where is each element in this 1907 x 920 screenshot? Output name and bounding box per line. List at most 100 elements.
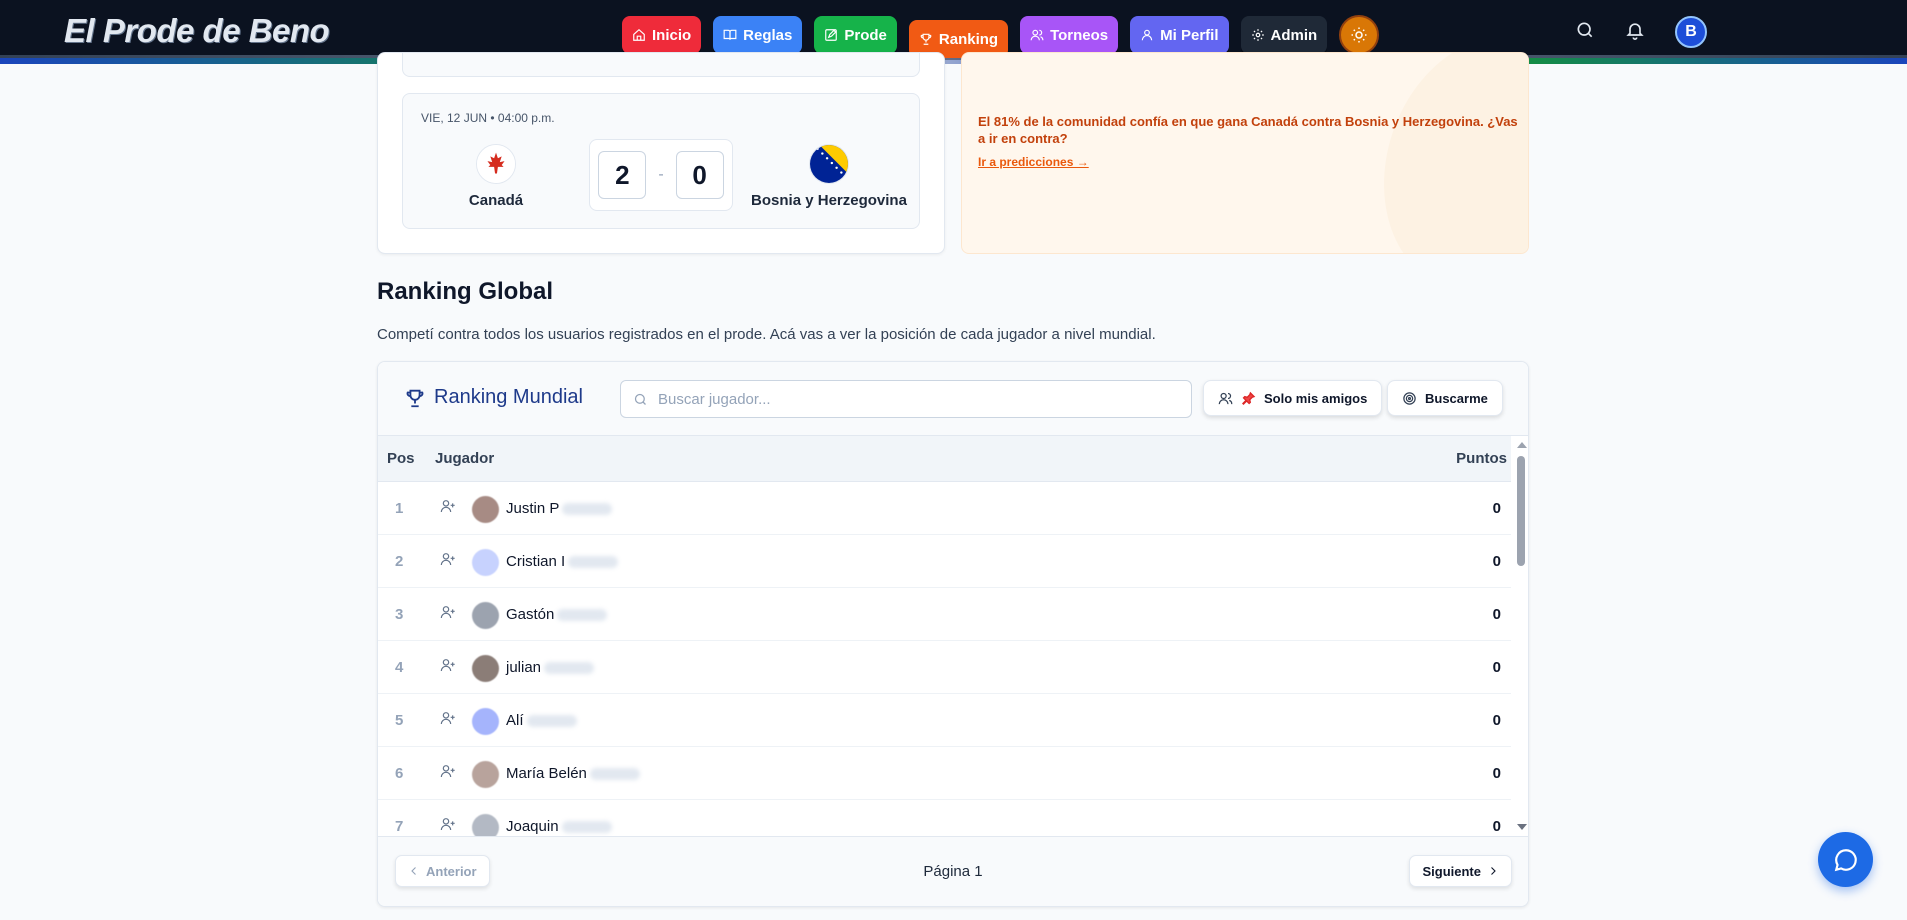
player-name: María Belén bbox=[506, 765, 640, 782]
page-indicator: Página 1 bbox=[923, 863, 983, 880]
search-button[interactable] bbox=[1575, 20, 1595, 45]
ranking-section-title: Ranking Global bbox=[377, 278, 554, 305]
add-friend-button[interactable] bbox=[440, 498, 456, 519]
chat-button[interactable] bbox=[1818, 832, 1873, 887]
users-icon bbox=[1030, 29, 1044, 41]
add-friend-button[interactable] bbox=[440, 710, 456, 731]
add-friend-button[interactable] bbox=[440, 604, 456, 625]
bell-icon bbox=[1626, 22, 1644, 40]
nav-torneos-button[interactable]: Torneos bbox=[1020, 16, 1119, 54]
nav-perfil-label: Mi Perfil bbox=[1160, 26, 1219, 44]
scroll-down-arrow[interactable] bbox=[1517, 824, 1527, 830]
home-score-input[interactable]: 2 bbox=[598, 151, 647, 199]
away-team-name: Bosnia y Herzegovina bbox=[751, 192, 907, 209]
nav-torneos-label: Torneos bbox=[1050, 26, 1109, 44]
player-name: Cristian I bbox=[506, 553, 619, 570]
player-avatar bbox=[472, 655, 499, 682]
top-navbar: El Prode de Beno Inicio Reglas Prode Ran… bbox=[0, 0, 1907, 64]
user-plus-icon bbox=[440, 818, 455, 831]
match-item[interactable]: VIE, 12 JUN • 04:00 p.m. Canadá 2 - 0 Bo… bbox=[402, 93, 920, 229]
target-icon bbox=[1403, 391, 1416, 405]
theme-toggle-button[interactable] bbox=[1339, 15, 1380, 55]
nav-prode-button[interactable]: Prode bbox=[814, 16, 897, 54]
ranking-table-header: Pos Jugador Puntos bbox=[378, 436, 1511, 482]
score-box: 2 - 0 bbox=[589, 139, 733, 211]
column-pos: Pos bbox=[387, 450, 415, 467]
player-avatar bbox=[472, 761, 499, 788]
scrollbar-thumb[interactable] bbox=[1517, 456, 1525, 566]
upcoming-match-card: VIE, 12 JUN • 04:00 p.m. Canadá 2 - 0 Bo… bbox=[377, 52, 945, 254]
column-player: Jugador bbox=[435, 450, 495, 467]
table-scrollbar[interactable] bbox=[1513, 436, 1528, 836]
add-friend-button[interactable] bbox=[440, 816, 456, 836]
nav-inicio-button[interactable]: Inicio bbox=[622, 16, 702, 54]
previous-match-stub bbox=[402, 53, 920, 77]
away-score-input[interactable]: 0 bbox=[675, 151, 724, 199]
player-points: 0 bbox=[1492, 659, 1501, 676]
navbar-stripe bbox=[0, 58, 1907, 64]
player-name: julian bbox=[506, 659, 595, 676]
next-page-button[interactable]: Siguiente bbox=[1409, 855, 1512, 887]
user-icon bbox=[1141, 29, 1153, 41]
canada-flag-icon bbox=[476, 144, 516, 184]
nav-reglas-label: Reglas bbox=[743, 26, 793, 44]
table-row[interactable]: 5 Alí 0 bbox=[378, 694, 1511, 747]
chat-bubble-icon bbox=[1834, 848, 1857, 871]
brand-logo[interactable]: El Prode de Beno bbox=[64, 12, 330, 50]
player-points: 0 bbox=[1492, 765, 1501, 782]
predictions-link[interactable]: Ir a predicciones → bbox=[978, 155, 1089, 169]
user-plus-icon bbox=[440, 765, 455, 778]
away-team: Bosnia y Herzegovina bbox=[749, 144, 909, 209]
add-friend-button[interactable] bbox=[440, 551, 456, 572]
table-row[interactable]: 2 Cristian I 0 bbox=[378, 535, 1511, 588]
match-date: VIE, 12 JUN • 04:00 p.m. bbox=[421, 111, 555, 125]
friends-only-label: Solo mis amigos bbox=[1264, 390, 1368, 406]
ranking-card: Ranking Mundial Solo mis amigos Buscarme… bbox=[377, 361, 1529, 907]
ranking-card-header: Ranking Mundial Solo mis amigos Buscarme bbox=[378, 362, 1528, 436]
row-position: 3 bbox=[395, 606, 404, 623]
nav-perfil-button[interactable]: Mi Perfil bbox=[1130, 16, 1229, 54]
find-me-button[interactable]: Buscarme bbox=[1387, 380, 1503, 416]
row-position: 2 bbox=[395, 553, 404, 570]
table-row[interactable]: 4 julian 0 bbox=[378, 641, 1511, 694]
row-position: 6 bbox=[395, 765, 404, 782]
player-points: 0 bbox=[1492, 553, 1501, 570]
table-row[interactable]: 7 Joaquin 0 bbox=[378, 800, 1511, 836]
friends-only-button[interactable]: Solo mis amigos bbox=[1203, 380, 1383, 416]
row-position: 1 bbox=[395, 500, 404, 517]
row-position: 7 bbox=[395, 818, 404, 835]
table-row[interactable]: 6 María Belén 0 bbox=[378, 747, 1511, 800]
scroll-up-arrow[interactable] bbox=[1517, 442, 1527, 448]
player-points: 0 bbox=[1492, 818, 1501, 835]
tip-decoration bbox=[1349, 53, 1528, 253]
row-position: 5 bbox=[395, 712, 404, 729]
find-me-label: Buscarme bbox=[1425, 390, 1488, 406]
user-plus-icon bbox=[440, 500, 455, 513]
player-avatar bbox=[472, 549, 499, 576]
table-row[interactable]: 3 Gastón 0 bbox=[378, 588, 1511, 641]
notifications-button[interactable] bbox=[1625, 20, 1645, 45]
book-icon bbox=[723, 29, 737, 40]
search-icon bbox=[634, 393, 646, 405]
home-team-name: Canadá bbox=[468, 192, 524, 209]
add-friend-button[interactable] bbox=[440, 763, 456, 784]
ranking-section-description: Competí contra todos los usuarios regist… bbox=[377, 326, 1156, 343]
users-icon bbox=[1218, 392, 1233, 404]
trophy-icon bbox=[406, 389, 424, 407]
column-points: Puntos bbox=[1456, 450, 1507, 467]
nav-admin-button[interactable]: Admin bbox=[1240, 16, 1328, 54]
nav-ranking-label: Ranking bbox=[938, 30, 999, 48]
home-team: Canadá bbox=[421, 144, 571, 209]
player-name: Justin P bbox=[506, 500, 613, 517]
nav-right-actions: B bbox=[1575, 16, 1707, 48]
user-avatar[interactable]: B bbox=[1675, 16, 1707, 48]
bosnia-flag-icon bbox=[809, 144, 849, 184]
table-row[interactable]: 1 Justin P 0 bbox=[378, 482, 1511, 535]
add-friend-button[interactable] bbox=[440, 657, 456, 678]
player-points: 0 bbox=[1492, 500, 1501, 517]
nav-reglas-button[interactable]: Reglas bbox=[713, 16, 803, 54]
player-avatar bbox=[472, 602, 499, 629]
player-search-input[interactable] bbox=[658, 390, 1158, 408]
player-avatar bbox=[472, 496, 499, 523]
player-search bbox=[620, 380, 1192, 418]
